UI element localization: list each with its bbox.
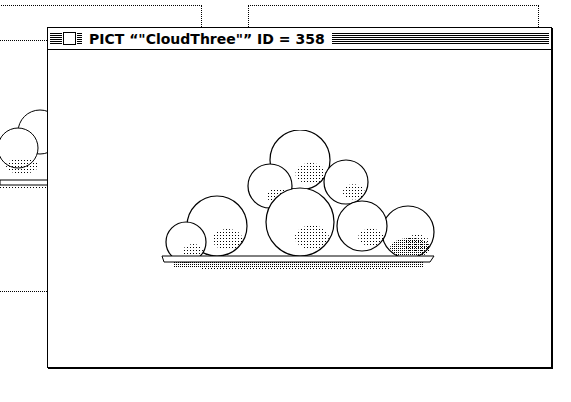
title-stripes <box>332 33 549 44</box>
picture-area <box>48 50 551 367</box>
pict-window[interactable]: PICT “"CloudThree"” ID = 358 <box>47 27 552 368</box>
close-box[interactable] <box>63 32 76 45</box>
title-bar[interactable]: PICT “"CloudThree"” ID = 358 <box>48 28 551 50</box>
desktop: PICT “"CloudThree"” ID = 358 <box>0 0 571 402</box>
window-title: PICT “"CloudThree"” ID = 358 <box>82 29 332 49</box>
background-cloud-icon <box>0 100 48 192</box>
title-stripes <box>50 33 62 44</box>
cloud-icon <box>160 130 440 280</box>
